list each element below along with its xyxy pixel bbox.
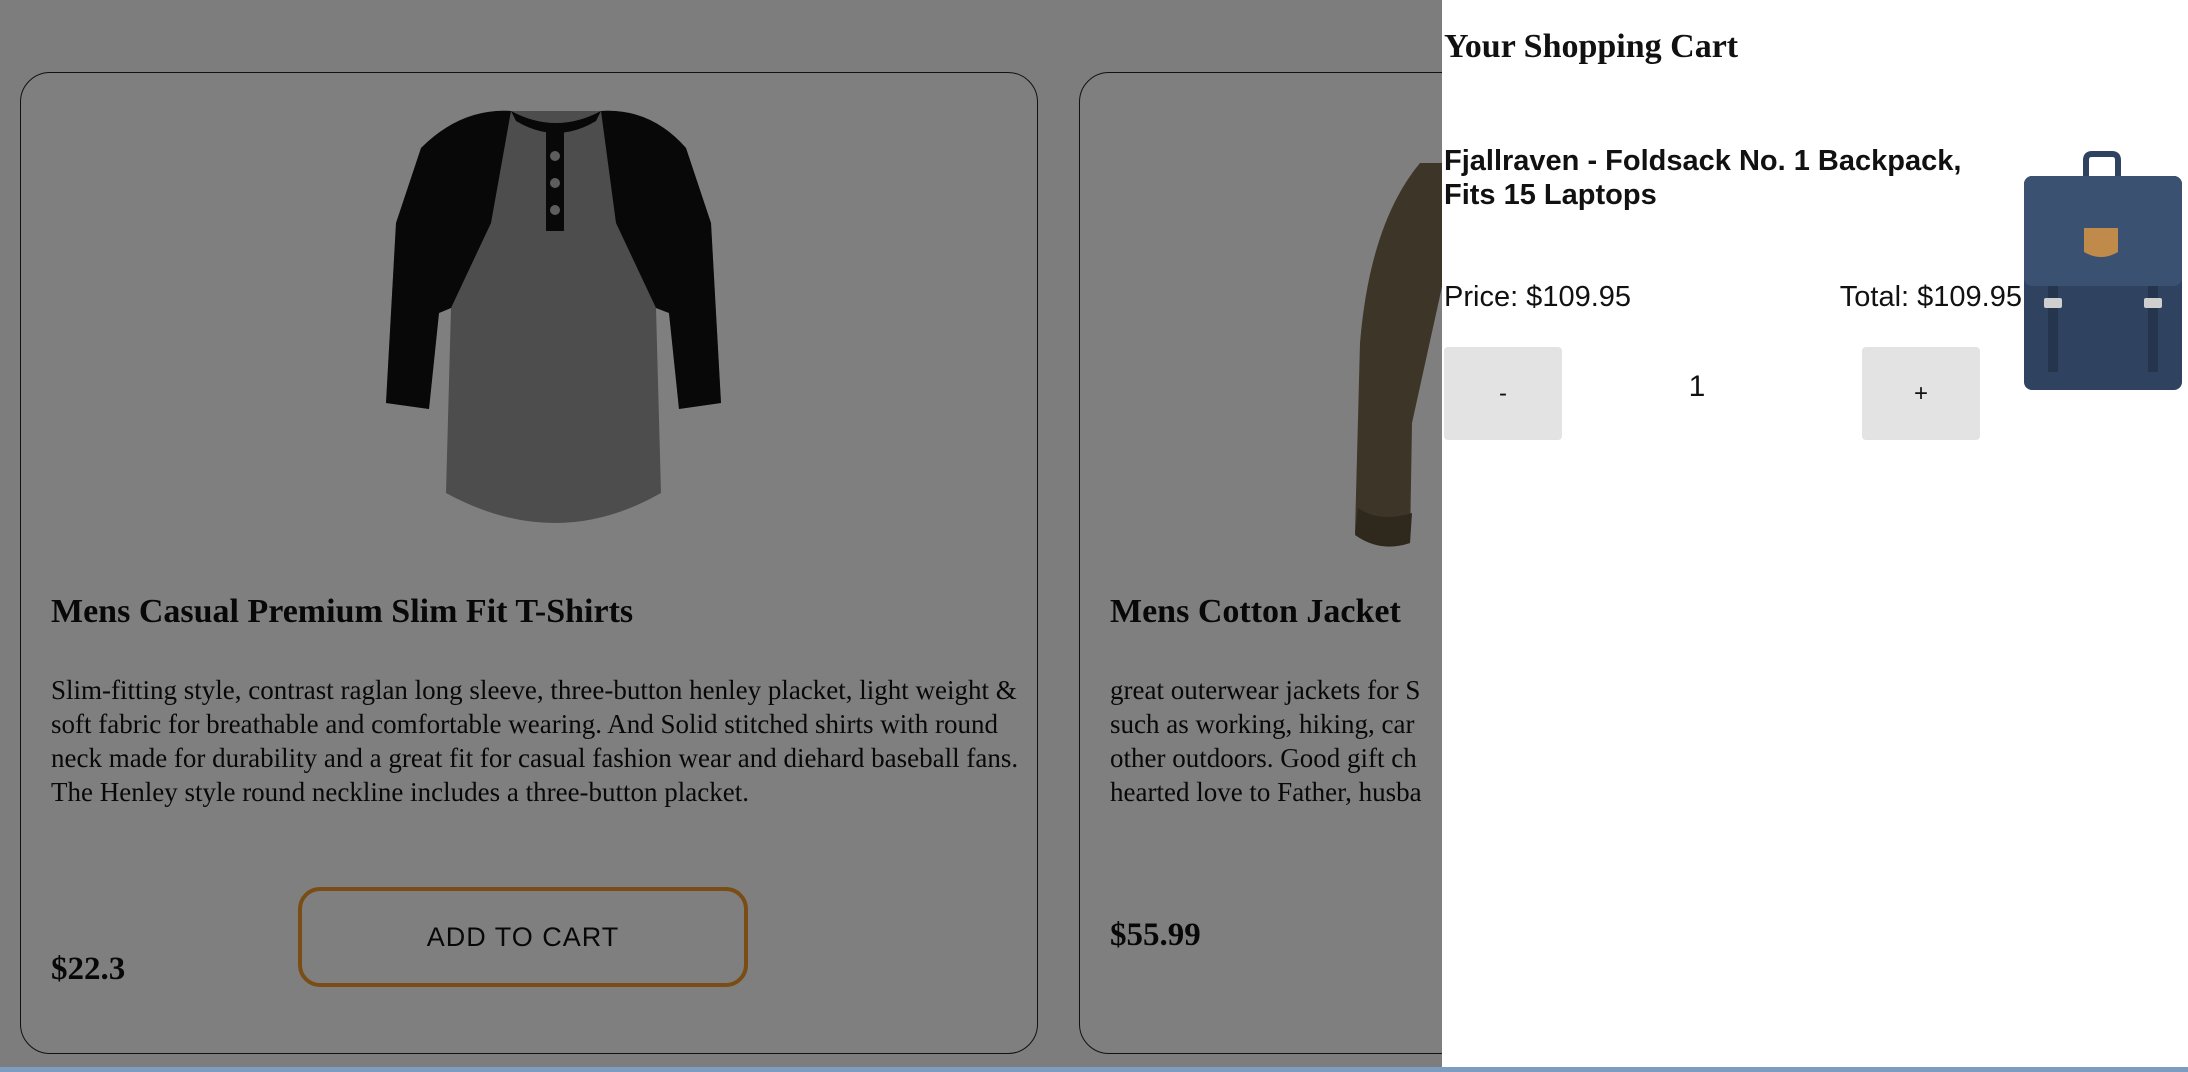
increase-quantity-button[interactable]: + [1862,347,1980,440]
quantity-value: 1 [1688,370,1706,403]
cart-item-name: Fjallraven - Foldsack No. 1 Backpack, Fi… [1444,145,1962,211]
shopping-cart-panel: Your Shopping Cart Fjallraven - Foldsack… [1442,0,2188,1072]
cart-item-image-backpack [2024,151,2182,390]
window-bottom-edge [0,1067,2188,1072]
decrease-quantity-button[interactable]: - [1444,347,1562,440]
cart-item-price: Price: $109.95 [1444,281,1632,313]
cart-item-total: Total: $109.95 [1839,281,2022,313]
cart-title: Your Shopping Cart [1444,28,1739,65]
